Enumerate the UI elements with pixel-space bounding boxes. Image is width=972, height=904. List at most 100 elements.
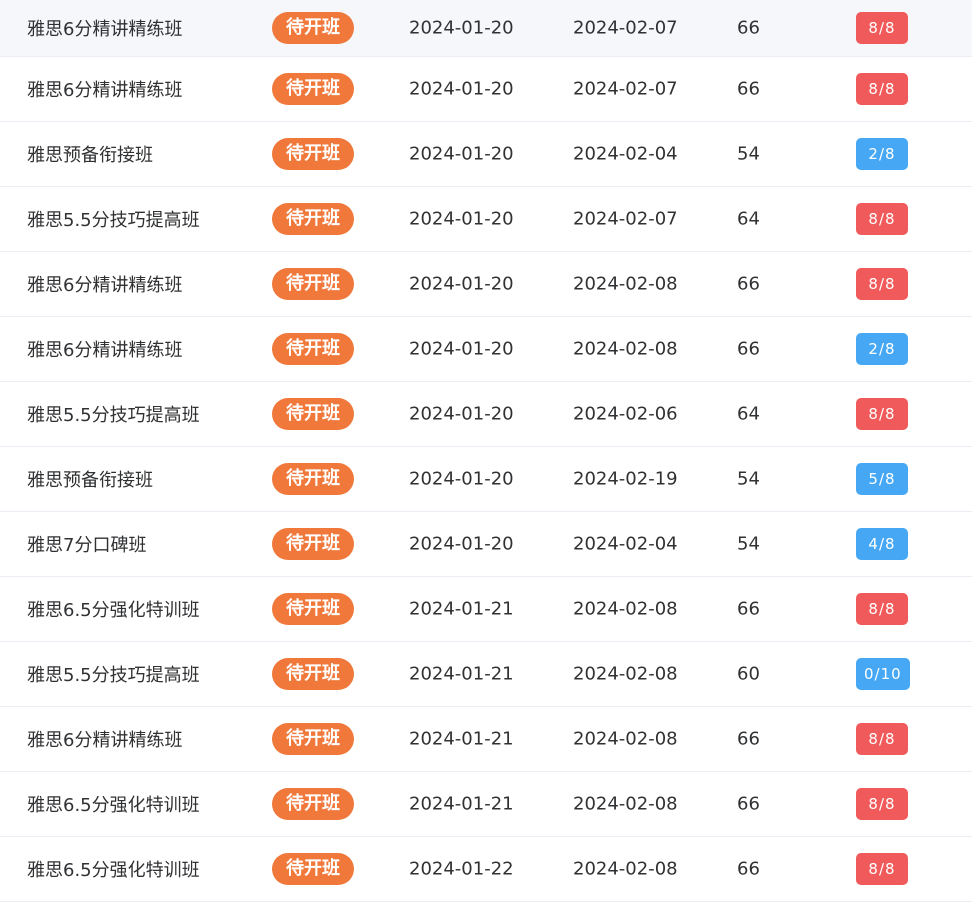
status-cell: 待开班 [272,528,354,560]
start-date-cell: 2024-01-21 [409,598,514,620]
status-tag: 待开班 [272,593,354,625]
status-tag: 待开班 [272,658,354,690]
status-cell: 待开班 [272,12,354,44]
table-row[interactable]: 雅思6分精讲精练班 待开班 2024-01-21 2024-02-08 66 8/8 [0,707,972,772]
start-date-cell: 2024-01-20 [409,533,514,555]
start-date-cell: 2024-01-20 [409,208,514,230]
enrollment-cell: 5/8 [856,463,908,495]
lesson-count-cell: 66 [737,858,760,880]
enrollment-badge: 8/8 [856,268,908,300]
table-row[interactable]: 雅思5.5分技巧提高班 待开班 2024-01-20 2024-02-07 64 8/8 [0,187,972,252]
table-row[interactable]: 雅思预备衔接班 待开班 2024-01-20 2024-02-04 54 2/8 [0,122,972,187]
status-tag: 待开班 [272,528,354,560]
class-name-cell: 雅思预备衔接班 [27,145,153,166]
class-name-cell: 雅思6分精讲精练班 [27,340,183,361]
end-date-cell: 2024-02-19 [573,468,678,490]
end-date-cell: 2024-02-08 [573,858,678,880]
table-row[interactable]: 雅思6分精讲精练班 待开班 2024-01-20 2024-02-07 66 8/8 [0,0,972,57]
start-date-cell: 2024-01-21 [409,663,514,685]
enrollment-cell: 8/8 [856,853,908,885]
enrollment-cell: 8/8 [856,268,908,300]
class-name-cell: 雅思5.5分技巧提高班 [27,210,200,231]
status-cell: 待开班 [272,788,354,820]
lesson-count-cell: 54 [737,468,760,490]
end-date-cell: 2024-02-07 [573,208,678,230]
table-row[interactable]: 雅思6分精讲精练班 待开班 2024-01-20 2024-02-08 66 8/8 [0,252,972,317]
table-row[interactable]: 雅思7分口碑班 待开班 2024-01-20 2024-02-04 54 4/8 [0,512,972,577]
status-cell: 待开班 [272,463,354,495]
class-name-cell: 雅思6分精讲精练班 [27,275,183,296]
start-date-cell: 2024-01-22 [409,858,514,880]
table-row[interactable]: 雅思5.5分技巧提高班 待开班 2024-01-21 2024-02-08 60 0/10 [0,642,972,707]
status-tag: 待开班 [272,12,354,44]
table-row[interactable]: 雅思6分精讲精练班 待开班 2024-01-20 2024-02-08 66 2/8 [0,317,972,382]
status-cell: 待开班 [272,723,354,755]
class-name-cell: 雅思5.5分技巧提高班 [27,405,200,426]
table-body: 雅思6分精讲精练班 待开班 2024-01-20 2024-02-07 66 8/8 雅思6… [0,0,972,902]
end-date-cell: 2024-02-06 [573,403,678,425]
class-name-cell: 雅思6.5分强化特训班 [27,795,200,816]
enrollment-cell: 8/8 [856,398,908,430]
enrollment-badge: 8/8 [856,788,908,820]
status-cell: 待开班 [272,593,354,625]
enrollment-badge: 8/8 [856,593,908,625]
lesson-count-cell: 66 [737,598,760,620]
table-row[interactable]: 雅思预备衔接班 待开班 2024-01-20 2024-02-19 54 5/8 [0,447,972,512]
lesson-count-cell: 66 [737,793,760,815]
table-row[interactable]: 雅思5.5分技巧提高班 待开班 2024-01-20 2024-02-06 64 8/8 [0,382,972,447]
lesson-count-cell: 54 [737,533,760,555]
status-tag: 待开班 [272,138,354,170]
start-date-cell: 2024-01-20 [409,17,514,39]
class-table: 雅思6分精讲精练班 待开班 2024-01-20 2024-02-07 66 8/8 雅思6… [0,0,972,902]
status-tag: 待开班 [272,333,354,365]
lesson-count-cell: 60 [737,663,760,685]
table-row[interactable]: 雅思6.5分强化特训班 待开班 2024-01-22 2024-02-08 66 8/8 [0,837,972,902]
status-cell: 待开班 [272,138,354,170]
enrollment-cell: 4/8 [856,528,908,560]
end-date-cell: 2024-02-08 [573,728,678,750]
class-name-cell: 雅思7分口碑班 [27,535,147,556]
end-date-cell: 2024-02-04 [573,143,678,165]
end-date-cell: 2024-02-04 [573,533,678,555]
enrollment-badge: 8/8 [856,398,908,430]
end-date-cell: 2024-02-07 [573,17,678,39]
enrollment-badge: 4/8 [856,528,908,560]
class-name-cell: 雅思6分精讲精练班 [27,730,183,751]
end-date-cell: 2024-02-08 [573,273,678,295]
class-name-cell: 雅思6分精讲精练班 [27,19,183,40]
status-cell: 待开班 [272,73,354,105]
enrollment-cell: 8/8 [856,593,908,625]
enrollment-cell: 8/8 [856,203,908,235]
class-name-cell: 雅思6分精讲精练班 [27,80,183,101]
status-tag: 待开班 [272,463,354,495]
status-cell: 待开班 [272,333,354,365]
table-row[interactable]: 雅思6.5分强化特训班 待开班 2024-01-21 2024-02-08 66 8/8 [0,577,972,642]
start-date-cell: 2024-01-21 [409,728,514,750]
lesson-count-cell: 66 [737,273,760,295]
status-tag: 待开班 [272,73,354,105]
end-date-cell: 2024-02-07 [573,78,678,100]
status-cell: 待开班 [272,268,354,300]
start-date-cell: 2024-01-20 [409,273,514,295]
lesson-count-cell: 64 [737,403,760,425]
status-tag: 待开班 [272,203,354,235]
start-date-cell: 2024-01-20 [409,468,514,490]
end-date-cell: 2024-02-08 [573,598,678,620]
enrollment-badge: 8/8 [856,723,908,755]
status-tag: 待开班 [272,788,354,820]
table-row[interactable]: 雅思6.5分强化特训班 待开班 2024-01-21 2024-02-08 66 8/8 [0,772,972,837]
table-row[interactable]: 雅思6分精讲精练班 待开班 2024-01-20 2024-02-07 66 8/8 [0,57,972,122]
enrollment-cell: 2/8 [856,333,908,365]
status-cell: 待开班 [272,853,354,885]
end-date-cell: 2024-02-08 [573,338,678,360]
lesson-count-cell: 66 [737,728,760,750]
status-tag: 待开班 [272,398,354,430]
enrollment-cell: 8/8 [856,788,908,820]
enrollment-badge: 0/10 [856,658,910,690]
enrollment-badge: 2/8 [856,138,908,170]
enrollment-badge: 8/8 [856,12,908,44]
start-date-cell: 2024-01-21 [409,793,514,815]
status-tag: 待开班 [272,268,354,300]
enrollment-badge: 5/8 [856,463,908,495]
enrollment-badge: 8/8 [856,203,908,235]
